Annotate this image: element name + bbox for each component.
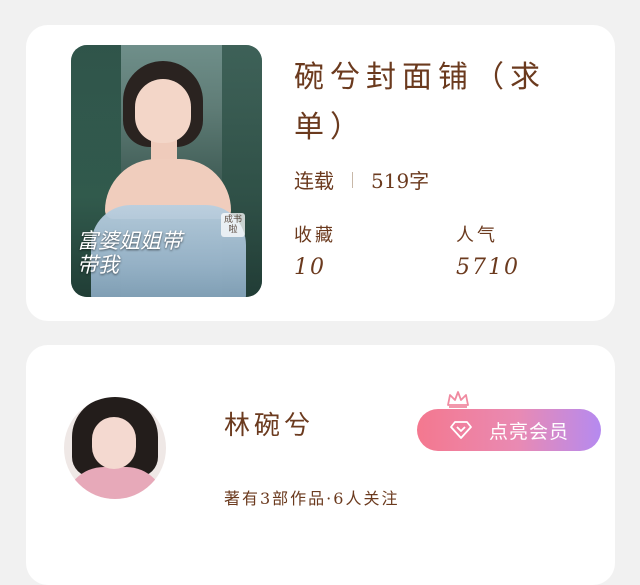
- activate-membership-button[interactable]: 点亮会员: [417, 409, 601, 451]
- book-word-count: 519字: [371, 169, 430, 193]
- author-info: 著有3部作品·6人关注: [224, 489, 400, 508]
- activate-membership-label: 点亮会员: [488, 421, 569, 443]
- popularity-label: 人气: [456, 225, 498, 246]
- popularity-stat: 人气 5710: [456, 221, 520, 280]
- meta-divider: [352, 171, 353, 188]
- cover-stamp: 成书啦: [221, 213, 245, 237]
- cover-figure-face: [135, 79, 191, 143]
- popularity-value: 5710: [456, 255, 520, 280]
- author-avatar[interactable]: [64, 397, 166, 499]
- book-meta: 连载 519字: [294, 165, 429, 194]
- cover-title-text: 富婆姐姐带带我: [77, 229, 182, 277]
- favorites-stat: 收藏 10: [294, 221, 336, 280]
- crown-icon: [447, 391, 469, 408]
- favorites-value: 10: [294, 255, 326, 280]
- book-title: 碗兮封面铺（求单）: [294, 60, 546, 145]
- author-name[interactable]: 林碗兮: [224, 405, 314, 442]
- diamond-icon: [450, 421, 472, 439]
- favorites-label: 收藏: [294, 225, 336, 246]
- book-status: 连载: [294, 169, 334, 193]
- avatar-face: [92, 417, 136, 469]
- book-card[interactable]: 富婆姐姐带带我 成书啦 碗兮封面铺（求单） 连载 519字 收藏 10 人气 5…: [26, 25, 615, 321]
- book-cover-image[interactable]: 富婆姐姐带带我 成书啦: [71, 45, 262, 297]
- author-card: 林碗兮 著有3部作品·6人关注 点亮会员: [26, 345, 615, 585]
